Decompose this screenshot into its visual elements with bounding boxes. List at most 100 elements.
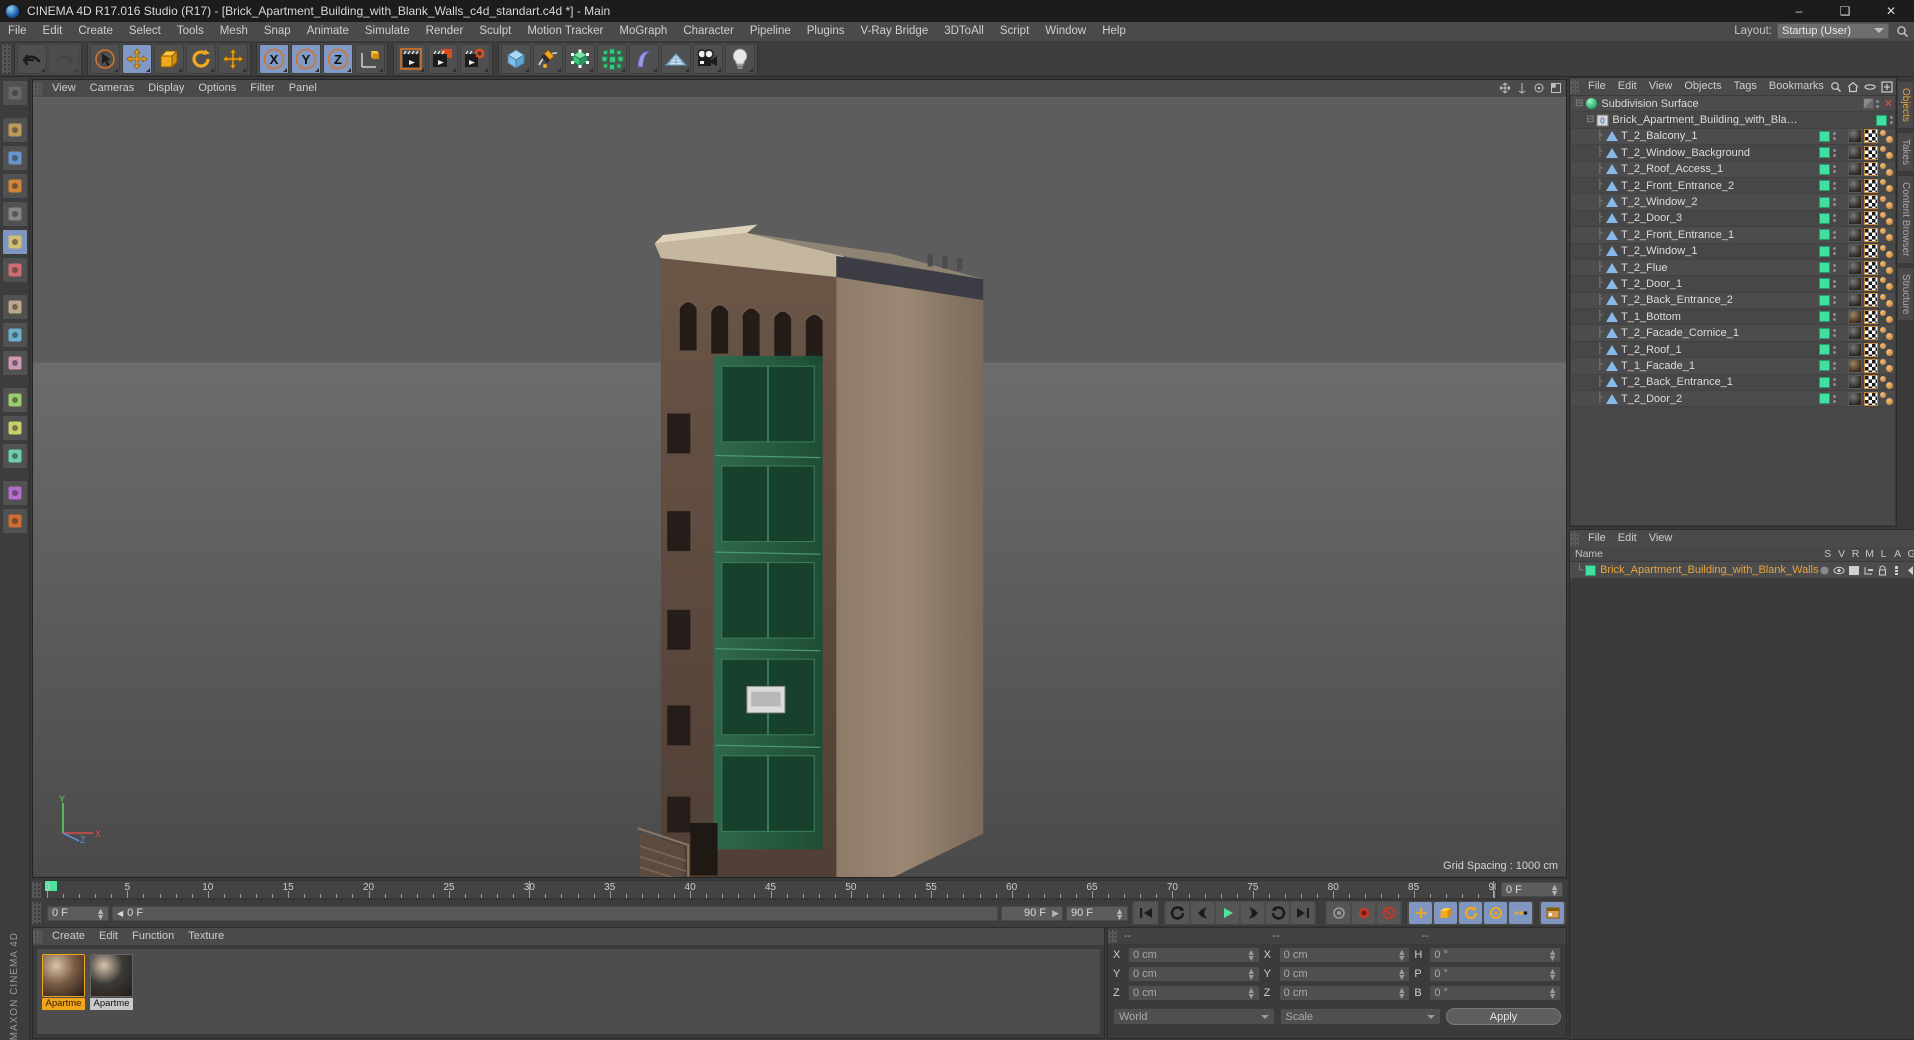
visibility-chip[interactable]: [1819, 163, 1830, 175]
rotation-h-field[interactable]: 0 ° ▲ ▼: [1429, 947, 1562, 963]
spinner-icon[interactable]: ▲ ▼: [1548, 986, 1557, 1001]
spinner-icon[interactable]: ▲ ▼: [1548, 948, 1557, 963]
object-row[interactable]: ├ T_2_Front_Entrance_2: [1571, 177, 1895, 195]
minimize-button[interactable]: –: [1776, 0, 1822, 22]
visibility-chip[interactable]: [1819, 245, 1830, 257]
object-row[interactable]: ├ T_2_Facade_Cornice_1: [1571, 325, 1895, 342]
uv-checker-tag-icon[interactable]: [1864, 375, 1878, 390]
object-row[interactable]: ⊟ Subdivision Surface ✕: [1571, 96, 1895, 113]
tree-branch-icon[interactable]: ⊟: [1571, 114, 1594, 126]
menu-mesh[interactable]: Mesh: [212, 22, 256, 41]
spinner-icon[interactable]: ▲ ▼: [1397, 948, 1406, 963]
dropdown-corner-icon[interactable]: [484, 67, 488, 72]
object-row[interactable]: ├ T_2_Back_Entrance_2: [1571, 292, 1895, 310]
null-object-icon[interactable]: 0: [1596, 114, 1609, 127]
tool-polygon-mode[interactable]: [1, 173, 28, 199]
uv-checker-tag-icon[interactable]: [1864, 309, 1878, 324]
left-arrow-icon[interactable]: ◀: [117, 909, 123, 918]
playback-grip[interactable]: [32, 902, 41, 924]
uv-checker-tag-icon[interactable]: [1864, 391, 1878, 406]
visibility-toggle-icon[interactable]: [1833, 565, 1845, 576]
lock-toggle-icon[interactable]: [1877, 565, 1888, 576]
uv-checker-tag-icon[interactable]: [1864, 244, 1878, 259]
visibility-chip[interactable]: [1819, 278, 1830, 290]
object-row[interactable]: ├ T_2_Balcony_1: [1571, 128, 1895, 146]
viewport-menu-view[interactable]: View: [45, 80, 83, 97]
phong-tag-icon[interactable]: [1880, 277, 1893, 291]
y-axis-button[interactable]: Y: [291, 43, 321, 74]
object-row[interactable]: ├ T_2_Window_2: [1571, 194, 1895, 211]
layer-column-v[interactable]: V: [1835, 548, 1849, 560]
layer-column-s[interactable]: S: [1821, 548, 1835, 560]
visibility-chip[interactable]: [1819, 344, 1830, 356]
render-toggle-icon[interactable]: [1848, 565, 1860, 576]
menu-3dtoall[interactable]: 3DToAll: [936, 22, 992, 41]
redo-button[interactable]: [49, 43, 79, 74]
objmgr-menu-bookmarks[interactable]: Bookmarks: [1763, 78, 1830, 95]
phong-tag-icon[interactable]: [1880, 326, 1893, 340]
render-region-button[interactable]: [428, 43, 458, 74]
laymgr-menu-file[interactable]: File: [1582, 530, 1612, 547]
search-icon[interactable]: [1894, 23, 1910, 39]
spinner-icon[interactable]: ▲ ▼: [1548, 967, 1557, 982]
tool-point-mode[interactable]: [1, 117, 28, 143]
polygon-object-icon[interactable]: [1605, 376, 1618, 389]
visibility-chip[interactable]: [1819, 376, 1830, 388]
visibility-dots-icon[interactable]: [1832, 361, 1836, 370]
polygon-object-icon[interactable]: [1605, 130, 1618, 143]
tool-texture-mode[interactable]: [1, 257, 28, 283]
add-spline-button[interactable]: [533, 43, 563, 74]
keyframe-selection-button[interactable]: [1377, 902, 1400, 924]
polygon-object-icon[interactable]: [1605, 392, 1618, 405]
viewport-menu-cameras[interactable]: Cameras: [83, 80, 142, 97]
dropdown-corner-icon[interactable]: [379, 67, 383, 72]
viewport-3d[interactable]: Perspective: [33, 97, 1566, 877]
rotation-key-button[interactable]: [1459, 902, 1482, 924]
menu-pipeline[interactable]: Pipeline: [742, 22, 799, 41]
go-to-end-button[interactable]: [1291, 902, 1314, 924]
coord-grip[interactable]: [1108, 929, 1117, 943]
menu-render[interactable]: Render: [418, 22, 472, 41]
visibility-chip[interactable]: [1819, 311, 1830, 323]
dropdown-corner-icon[interactable]: [525, 67, 529, 72]
phong-tag-icon[interactable]: [1880, 228, 1893, 242]
tree-branch-icon[interactable]: ├: [1571, 393, 1603, 404]
phong-tag-icon[interactable]: [1880, 293, 1893, 307]
layer-column-a[interactable]: A: [1891, 548, 1905, 560]
dropdown-corner-icon[interactable]: [210, 67, 214, 72]
matmgr-menu-texture[interactable]: Texture: [181, 928, 231, 945]
menu-simulate[interactable]: Simulate: [357, 22, 418, 41]
tool-object-mode[interactable]: [1, 229, 28, 255]
tool-enable-axis[interactable]: [1, 322, 28, 348]
uv-checker-tag-icon[interactable]: [1864, 129, 1878, 144]
material-tag-icon[interactable]: [1848, 227, 1862, 242]
undo-button[interactable]: [17, 43, 47, 74]
tool-axis-modify[interactable]: [1, 80, 28, 106]
render-view-button[interactable]: [396, 43, 426, 74]
visibility-chip[interactable]: [1819, 147, 1830, 159]
add-cube-button[interactable]: [501, 43, 531, 74]
phong-tag-icon[interactable]: [1880, 211, 1893, 225]
phong-tag-icon[interactable]: [1880, 162, 1893, 176]
visibility-chip[interactable]: [1819, 229, 1830, 241]
tool-animate[interactable]: [1, 508, 28, 534]
visibility-chip[interactable]: [1819, 327, 1830, 339]
rotation-p-field[interactable]: 0 ° ▲ ▼: [1429, 966, 1562, 982]
menu-tools[interactable]: Tools: [169, 22, 212, 41]
visibility-dots-icon[interactable]: [1832, 345, 1836, 354]
visibility-dots-icon[interactable]: [1832, 165, 1836, 174]
spinner-icon[interactable]: ▲ ▼: [1115, 906, 1124, 921]
tool-edge-mode[interactable]: [1, 145, 28, 171]
material-tag-icon[interactable]: [1848, 129, 1862, 144]
visibility-dots-icon[interactable]: [1832, 181, 1836, 190]
tree-branch-icon[interactable]: ⊟: [1571, 98, 1583, 110]
toolbar-grip[interactable]: [2, 43, 11, 74]
material-tag-icon[interactable]: [1848, 244, 1862, 259]
matmgr-menu-edit[interactable]: Edit: [92, 928, 125, 945]
object-tree-list[interactable]: ⊟ Subdivision Surface ✕ ⊟ 0 Brick_Apartment_B…: [1571, 96, 1895, 525]
animation-toggle-icon[interactable]: [1891, 565, 1902, 576]
object-row[interactable]: ├ T_2_Front_Entrance_1: [1571, 227, 1895, 244]
uv-checker-tag-icon[interactable]: [1864, 227, 1878, 242]
viewport-menu-options[interactable]: Options: [191, 80, 243, 97]
dropdown-corner-icon[interactable]: [114, 67, 118, 72]
